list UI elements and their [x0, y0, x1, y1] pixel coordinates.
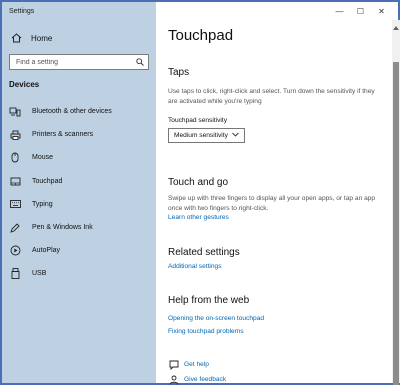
feedback-icon [168, 374, 179, 385]
give-feedback-label: Give feedback [184, 376, 227, 383]
chevron-down-icon [232, 132, 239, 139]
sidebar-nav: Bluetooth & other devices Printers & sca… [2, 100, 156, 286]
minimize-button[interactable]: — [329, 2, 350, 20]
sidebar-item-label: Typing [32, 200, 53, 208]
touch-and-go-description: Swipe up with three fingers to display a… [168, 195, 376, 212]
learn-gestures-link[interactable]: Learn other gestures [168, 214, 229, 221]
taps-heading: Taps [168, 67, 190, 78]
vertical-scrollbar[interactable] [392, 20, 400, 385]
sidebar-item-printers[interactable]: Printers & scanners [2, 123, 156, 146]
settings-window: Settings Home Devices Bluetooth & other … [0, 0, 400, 385]
give-feedback-link[interactable]: Give feedback [168, 374, 226, 385]
touchpad-icon [9, 175, 21, 187]
sidebar-item-bluetooth[interactable]: Bluetooth & other devices [2, 100, 156, 123]
sidebar: Settings Home Devices Bluetooth & other … [2, 2, 156, 383]
keyboard-icon [9, 198, 21, 210]
window-controls: — ☐ ✕ [329, 2, 392, 20]
sidebar-item-label: USB [32, 270, 47, 278]
related-settings-heading: Related settings [168, 247, 240, 258]
home-icon [9, 32, 23, 44]
window-title: Settings [9, 8, 35, 15]
home-label: Home [31, 33, 53, 43]
taps-description: Use taps to click, right-click and selec… [168, 88, 375, 105]
scrollbar-thumb[interactable] [393, 62, 399, 385]
sidebar-item-autoplay[interactable]: AutoPlay [2, 239, 156, 262]
section-label: Devices [9, 80, 40, 89]
sidebar-item-label: Printers & scanners [32, 131, 94, 139]
page-title: Touchpad [168, 27, 234, 44]
sensitivity-value: Medium sensitivity [174, 132, 228, 139]
help-heading: Help from the web [168, 295, 250, 306]
search-icon[interactable] [136, 53, 144, 71]
mouse-icon [9, 152, 21, 164]
sidebar-item-mouse[interactable]: Mouse [2, 146, 156, 169]
sidebar-item-label: Pen & Windows Ink [32, 224, 93, 232]
sidebar-item-typing[interactable]: Typing [2, 193, 156, 216]
get-help-label: Get help [184, 361, 209, 368]
additional-settings-link[interactable]: Additional settings [168, 263, 222, 270]
sidebar-item-touchpad[interactable]: Touchpad [2, 169, 156, 193]
help-link-fixing-touchpad[interactable]: Fixing touchpad problems [168, 328, 244, 335]
scroll-up-arrow-icon[interactable] [393, 26, 399, 30]
maximize-button[interactable]: ☐ [350, 2, 371, 20]
sensitivity-label: Touchpad sensitivity [168, 117, 228, 124]
main-pane: — ☐ ✕ Touchpad Taps Use taps to click, r… [156, 2, 392, 385]
sidebar-item-label: Bluetooth & other devices [32, 108, 112, 116]
printer-icon [9, 129, 21, 141]
touch-and-go-heading: Touch and go [168, 177, 229, 188]
help-link-onscreen-touchpad[interactable]: Opening the on-screen touchpad [168, 315, 264, 322]
sidebar-item-usb[interactable]: USB [2, 262, 156, 285]
pen-icon [9, 222, 21, 234]
sidebar-item-label: AutoPlay [32, 247, 61, 255]
sidebar-item-label: Mouse [32, 154, 54, 162]
sidebar-item-label: Touchpad [32, 177, 63, 185]
get-help-link[interactable]: Get help [168, 359, 209, 370]
search-input[interactable] [16, 58, 126, 66]
bluetooth-icon [9, 106, 21, 118]
sensitivity-dropdown[interactable]: Medium sensitivity [168, 128, 245, 143]
sidebar-item-pen[interactable]: Pen & Windows Ink [2, 216, 156, 239]
autoplay-icon [9, 245, 21, 257]
home-nav-item[interactable]: Home [9, 30, 52, 46]
close-button[interactable]: ✕ [371, 2, 392, 20]
search-box[interactable] [9, 54, 149, 70]
usb-icon [9, 268, 21, 280]
get-help-icon [168, 359, 179, 370]
